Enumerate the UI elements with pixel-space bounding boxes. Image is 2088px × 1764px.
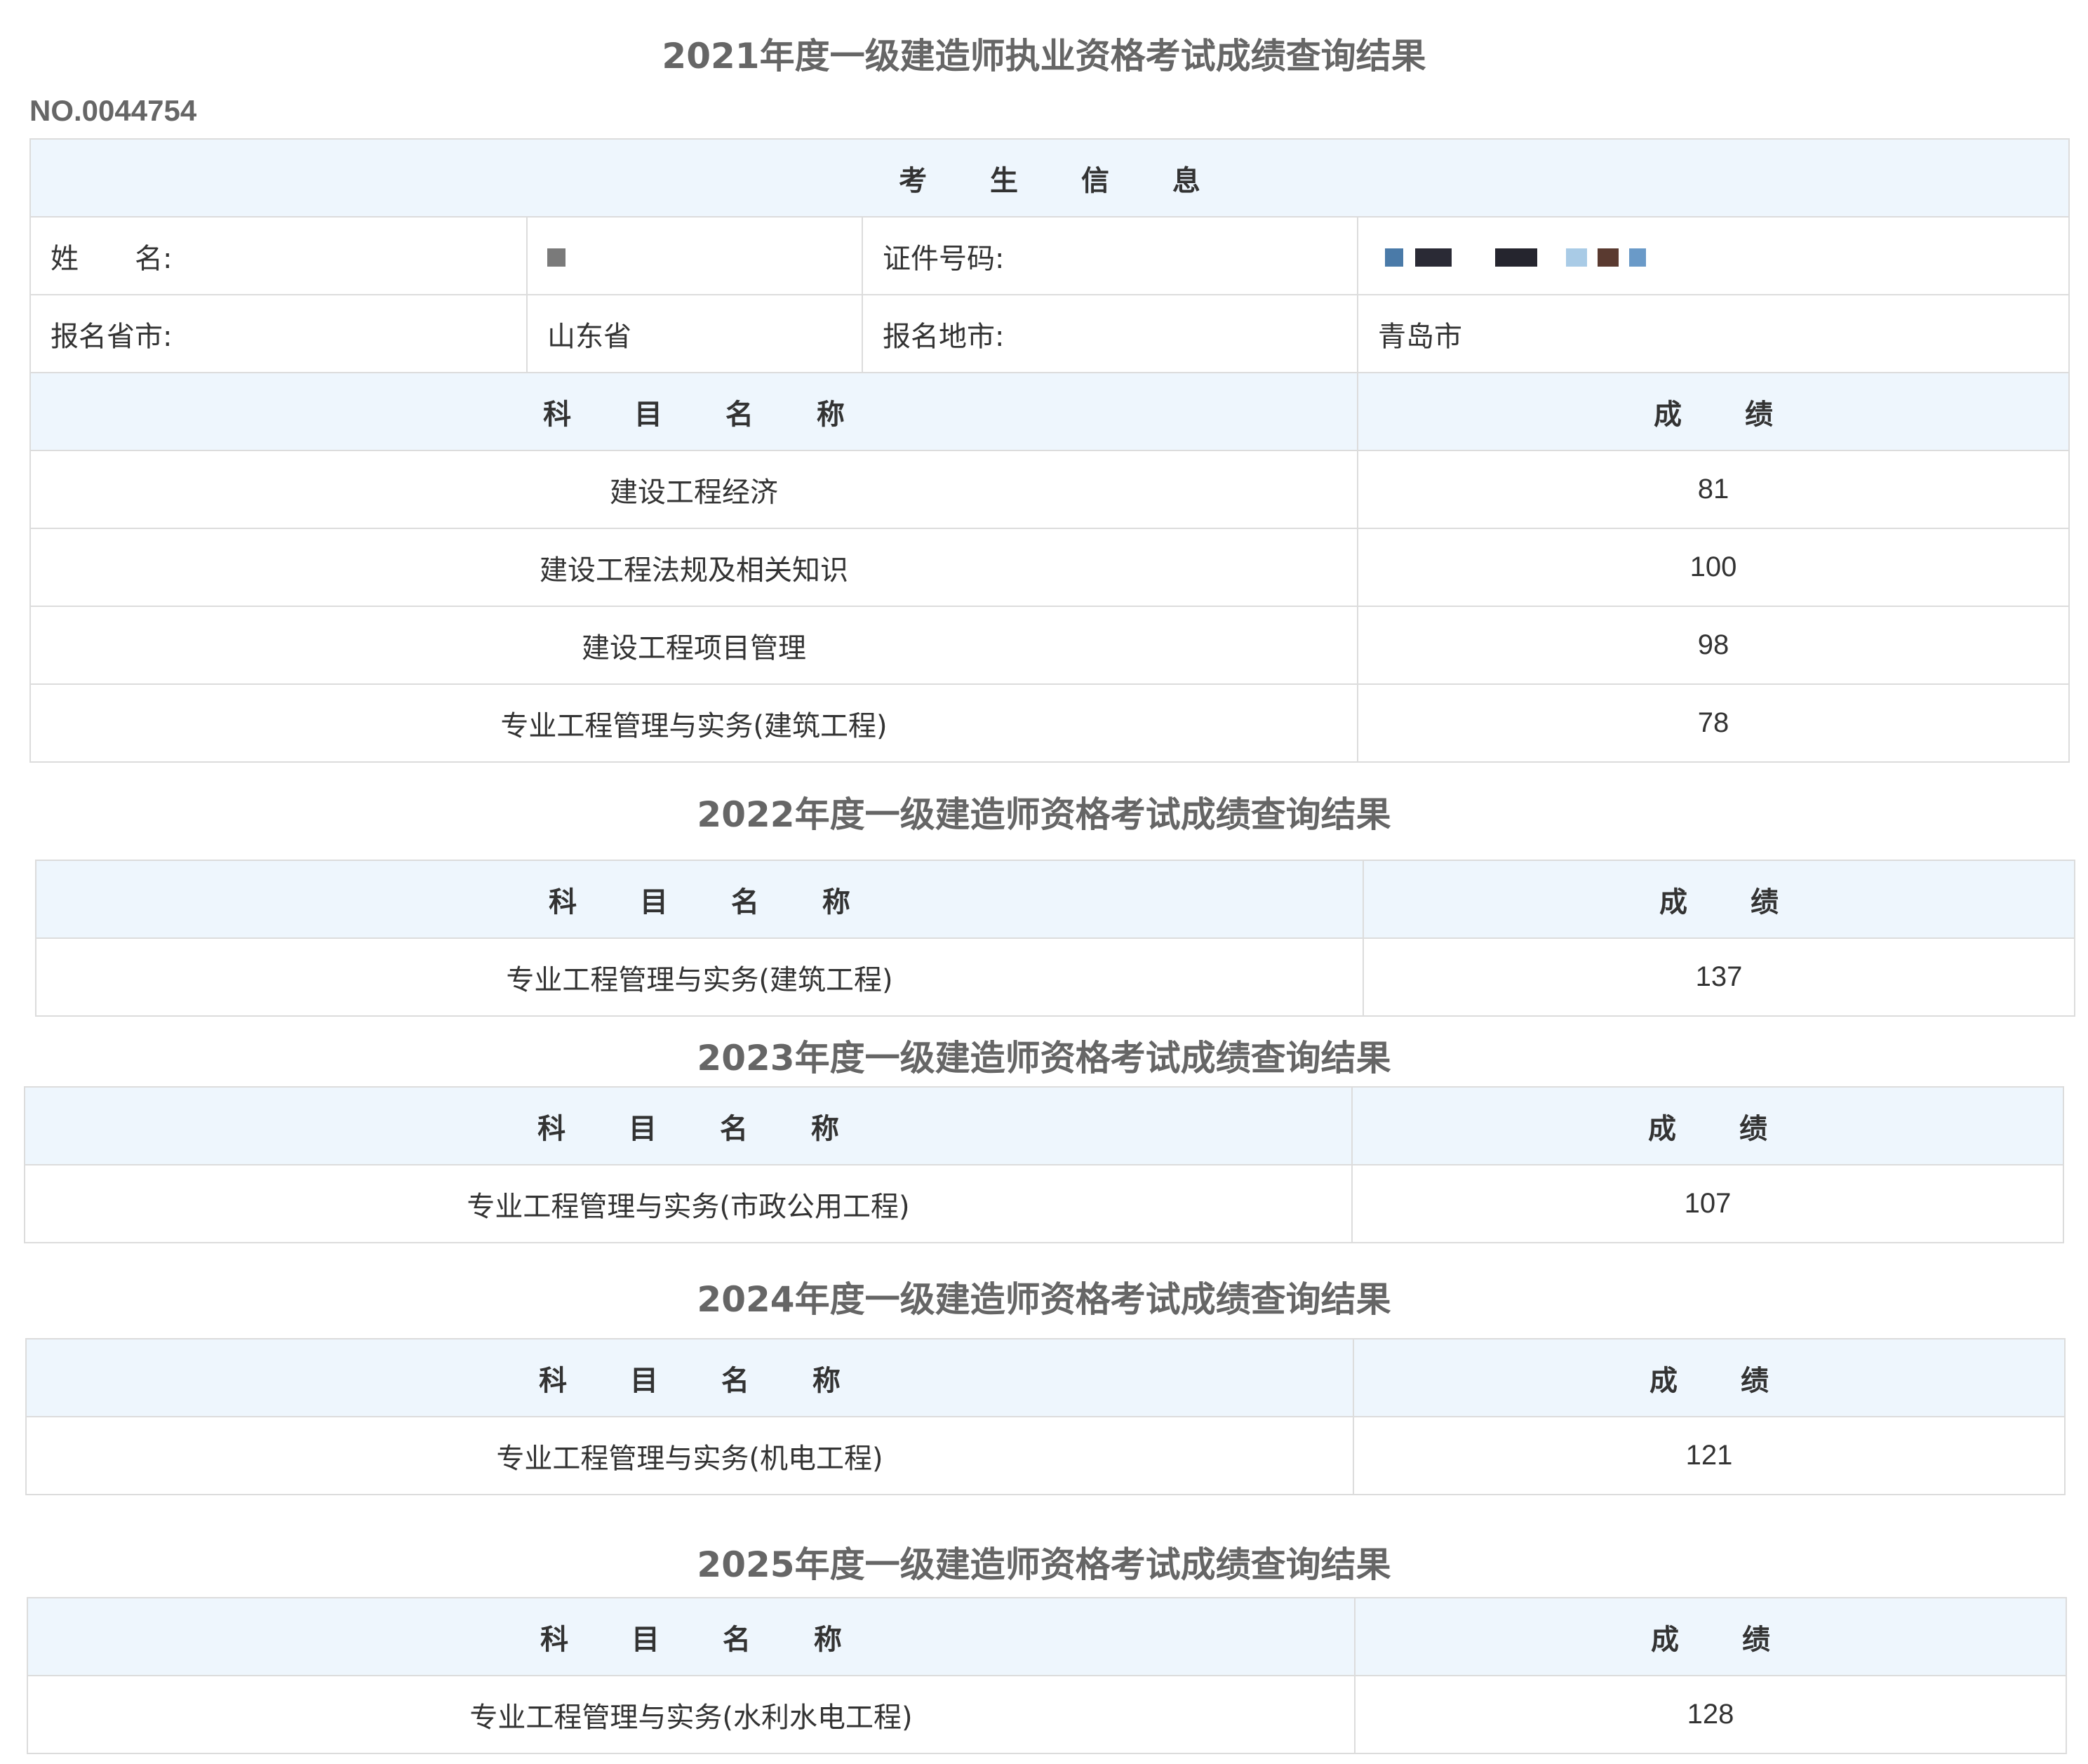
- name-value-redacted: [526, 216, 863, 295]
- serial-number: NO.0044754: [29, 94, 197, 127]
- subject-header-row: 科 目 名 称 成 绩: [29, 372, 2070, 451]
- redaction-mark: [1628, 248, 1646, 267]
- results-table-2021: 考 生 信 息 姓 名: 证件号码: 报名省市: 山东省 报名地市: 青岛市 科…: [29, 138, 2070, 763]
- subject-header-row: 科 目 名 称 成 绩: [25, 1338, 2066, 1417]
- subject-name: 专业工程管理与实务(市政公用工程): [24, 1164, 1353, 1243]
- city-label: 报名地市:: [862, 294, 1358, 373]
- name-label: 姓 名:: [29, 216, 528, 295]
- candidate-info-header: 考 生 信 息: [29, 138, 2070, 218]
- table-row: 专业工程管理与实务(建筑工程) 137: [35, 937, 2075, 1017]
- results-table-2023: 科 目 名 称 成 绩 专业工程管理与实务(市政公用工程) 107: [24, 1086, 2064, 1243]
- name-id-row: 姓 名: 证件号码:: [29, 216, 2070, 295]
- redaction-mark: [1566, 248, 1588, 267]
- province-value: 山东省: [526, 294, 863, 373]
- candidate-info-header-row: 考 生 信 息: [29, 138, 2070, 218]
- table-row: 专业工程管理与实务(市政公用工程) 107: [24, 1164, 2064, 1243]
- score-column-header: 成 绩: [1354, 1597, 2067, 1676]
- redaction-mark: [1385, 248, 1403, 267]
- subject-header-row: 科 目 名 称 成 绩: [24, 1086, 2064, 1165]
- redaction-mark: [1414, 248, 1452, 267]
- subject-name: 专业工程管理与实务(建筑工程): [29, 683, 1358, 763]
- province-city-row: 报名省市: 山东省 报名地市: 青岛市: [29, 294, 2070, 373]
- subject-header-row: 科 目 名 称 成 绩: [27, 1597, 2067, 1676]
- subject-score: 128: [1354, 1675, 2067, 1754]
- subject-score: 107: [1351, 1164, 2064, 1243]
- redaction-mark: [547, 248, 566, 267]
- results-table-2025: 科 目 名 称 成 绩 专业工程管理与实务(水利水电工程) 128: [27, 1597, 2067, 1754]
- subject-name: 专业工程管理与实务(机电工程): [25, 1416, 1354, 1495]
- subject-score: 81: [1356, 450, 2070, 529]
- subject-score: 98: [1356, 606, 2070, 685]
- results-table-2022: 科 目 名 称 成 绩 专业工程管理与实务(建筑工程) 137: [35, 860, 2075, 1017]
- subject-score: 121: [1353, 1416, 2066, 1495]
- redaction-mark: [1495, 248, 1538, 267]
- subject-column-header: 科 目 名 称: [35, 860, 1364, 939]
- subject-name: 建设工程经济: [29, 450, 1358, 529]
- subject-name: 建设工程法规及相关知识: [29, 528, 1358, 607]
- subject-name: 专业工程管理与实务(水利水电工程): [27, 1675, 1356, 1754]
- subject-header-row: 科 目 名 称 成 绩: [35, 860, 2075, 939]
- title-2021: 2021年度一级建造师执业资格考试成绩查询结果: [662, 36, 1426, 76]
- subject-name: 专业工程管理与实务(建筑工程): [35, 937, 1364, 1017]
- subject-name: 建设工程项目管理: [29, 606, 1358, 685]
- table-row: 建设工程项目管理 98: [29, 606, 2070, 685]
- subject-column-header: 科 目 名 称: [25, 1338, 1354, 1417]
- subject-column-header: 科 目 名 称: [29, 372, 1358, 451]
- subject-score: 137: [1363, 937, 2075, 1017]
- id-value-redacted: [1356, 216, 2070, 295]
- score-column-header: 成 绩: [1351, 1086, 2064, 1165]
- table-row: 建设工程经济 81: [29, 450, 2070, 529]
- score-column-header: 成 绩: [1353, 1338, 2066, 1417]
- province-label: 报名省市:: [29, 294, 528, 373]
- title-2025: 2025年度一级建造师资格考试成绩查询结果: [697, 1544, 1391, 1585]
- title-2023: 2023年度一级建造师资格考试成绩查询结果: [697, 1038, 1391, 1078]
- table-row: 建设工程法规及相关知识 100: [29, 528, 2070, 607]
- city-value: 青岛市: [1356, 294, 2070, 373]
- score-column-header: 成 绩: [1356, 372, 2070, 451]
- results-table-2024: 科 目 名 称 成 绩 专业工程管理与实务(机电工程) 121: [25, 1338, 2066, 1495]
- redaction-mark: [1597, 248, 1619, 267]
- score-column-header: 成 绩: [1363, 860, 2075, 939]
- subject-column-header: 科 目 名 称: [24, 1086, 1353, 1165]
- title-2024: 2024年度一级建造师资格考试成绩查询结果: [697, 1279, 1391, 1320]
- subject-score: 100: [1356, 528, 2070, 607]
- table-row: 专业工程管理与实务(水利水电工程) 128: [27, 1675, 2067, 1754]
- table-row: 专业工程管理与实务(建筑工程) 78: [29, 683, 2070, 763]
- subject-column-header: 科 目 名 称: [27, 1597, 1356, 1676]
- title-2022: 2022年度一级建造师资格考试成绩查询结果: [697, 794, 1391, 835]
- id-label: 证件号码:: [862, 216, 1358, 295]
- subject-score: 78: [1356, 683, 2070, 763]
- table-row: 专业工程管理与实务(机电工程) 121: [25, 1416, 2066, 1495]
